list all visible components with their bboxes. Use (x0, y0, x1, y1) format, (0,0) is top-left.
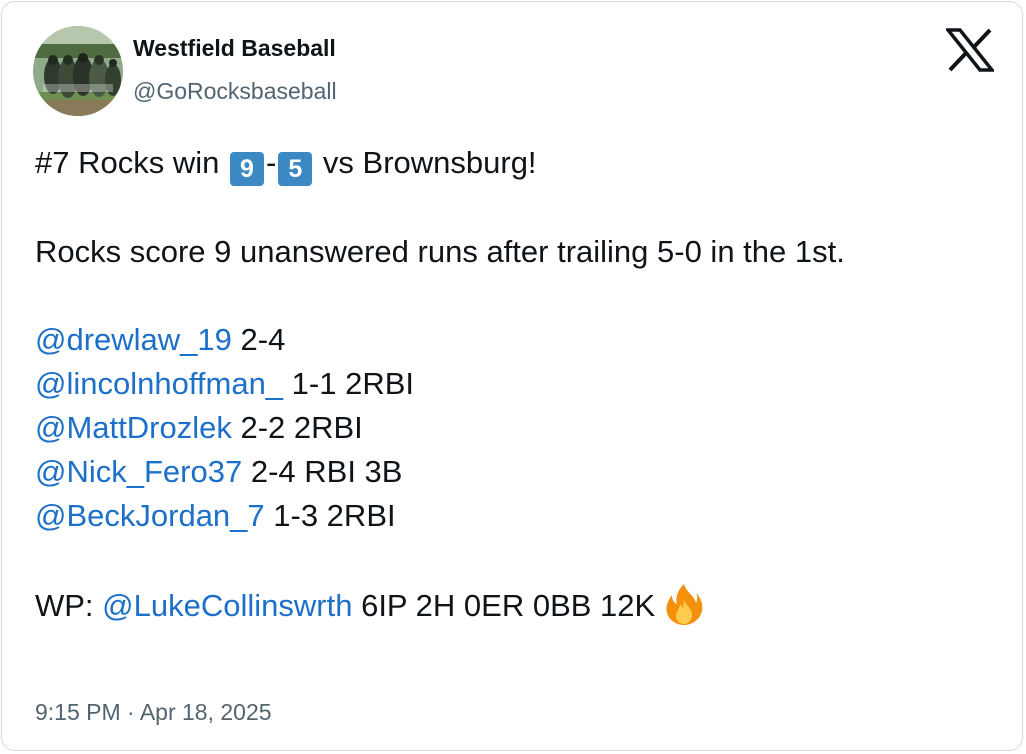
account-name[interactable]: Westfield Baseball (133, 35, 336, 62)
player-mention[interactable]: @BeckJordan_7 (35, 498, 265, 533)
player-stats: 2-2 2RBI (231, 410, 363, 445)
stat-line: @BeckJordan_7 1-3 2RBI (35, 494, 995, 538)
tweet-timestamp[interactable]: 9:15 PM · Apr 18, 2025 (35, 699, 272, 726)
pitcher-label: WP: (35, 588, 103, 623)
pitcher-line: WP: @LukeCollinswrth 6IP 2H 0ER 0BB 12K (35, 582, 995, 628)
stat-line: @drewlaw_19 2-4 (35, 318, 995, 362)
player-stats: 1-1 2RBI (283, 366, 414, 401)
headline-prefix: #7 Rocks win (35, 145, 228, 180)
account-handle[interactable]: @GoRocksbaseball (133, 78, 337, 105)
player-stats: 2-4 RBI 3B (242, 454, 403, 489)
game-summary: Rocks score 9 unanswered runs after trai… (35, 234, 845, 269)
headline-suffix: vs Brownsburg! (314, 145, 537, 180)
stat-line: @MattDrozlek 2-2 2RBI (35, 406, 995, 450)
fire-emoji-icon (664, 582, 704, 626)
team-photo-avatar (33, 26, 123, 116)
player-mention[interactable]: @MattDrozlek (35, 410, 232, 445)
player-mention[interactable]: @drewlaw_19 (35, 322, 232, 357)
stat-line: @lincolnhoffman_ 1-1 2RBI (35, 362, 995, 406)
pitcher-mention[interactable]: @LukeCollinswrth (102, 588, 352, 623)
tweet-card: Westfield Baseball @GoRocksbaseball #7 R… (1, 1, 1023, 751)
player-mention[interactable]: @Nick_Fero37 (35, 454, 242, 489)
x-logo-icon[interactable] (944, 28, 996, 72)
player-mention[interactable]: @lincolnhoffman_ (35, 366, 283, 401)
keycap-five-icon: 5 (278, 152, 313, 186)
pitcher-stats: 6IP 2H 0ER 0BB 12K (352, 588, 664, 623)
tweet-text: #7 Rocks win 9-5 vs Brownsburg! Rocks sc… (35, 141, 995, 628)
score-dash: - (265, 145, 277, 180)
player-stats: 2-4 (231, 322, 286, 357)
keycap-nine-icon: 9 (229, 152, 264, 186)
player-stats: 1-3 2RBI (264, 498, 396, 533)
account-avatar[interactable] (33, 26, 123, 116)
headline: #7 Rocks win 9-5 vs Brownsburg! (35, 141, 995, 186)
stat-line: @Nick_Fero37 2-4 RBI 3B (35, 450, 995, 494)
